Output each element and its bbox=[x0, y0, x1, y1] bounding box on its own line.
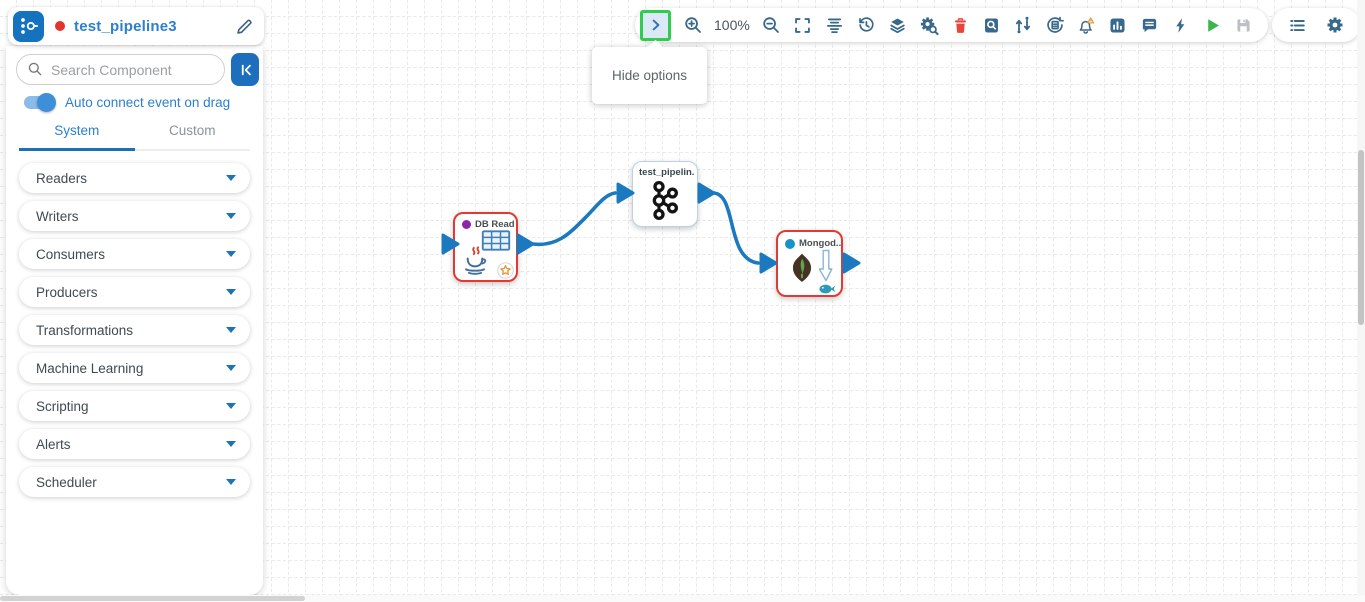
reroute-arrows-icon bbox=[1016, 16, 1031, 34]
restore-document-icon bbox=[1047, 16, 1064, 33]
save-button[interactable] bbox=[1234, 14, 1254, 36]
settings-button[interactable] bbox=[1325, 14, 1345, 36]
pipeline-settings-button[interactable] bbox=[919, 14, 939, 36]
history-button[interactable] bbox=[856, 14, 876, 36]
auto-connect-toggle[interactable] bbox=[24, 93, 56, 112]
tab-system[interactable]: System bbox=[19, 123, 135, 151]
node-status-dot bbox=[462, 220, 471, 229]
category-alerts[interactable]: Alerts bbox=[19, 429, 250, 459]
star-badge-icon bbox=[497, 262, 514, 279]
chevron-down-icon bbox=[226, 213, 236, 219]
align-center-button[interactable] bbox=[824, 14, 844, 36]
category-machine-learning[interactable]: Machine Learning bbox=[19, 353, 250, 383]
vertical-scrollbar[interactable] bbox=[1357, 0, 1365, 602]
alerts-button[interactable] bbox=[1076, 14, 1096, 36]
edit-pencil-icon[interactable] bbox=[235, 17, 254, 36]
list-view-button[interactable] bbox=[1287, 14, 1307, 36]
java-icon bbox=[465, 246, 487, 275]
reroute-connections-button[interactable] bbox=[1013, 14, 1033, 36]
pipeline-title: test_pipeline3 bbox=[74, 17, 177, 35]
category-producers[interactable]: Producers bbox=[19, 277, 250, 307]
horizontal-scrollbar[interactable] bbox=[0, 595, 1365, 602]
category-scripting[interactable]: Scripting bbox=[19, 391, 250, 421]
node-kafka[interactable]: test_pipelin... bbox=[632, 161, 698, 227]
layers-icon bbox=[890, 17, 905, 33]
download-arrow-icon bbox=[819, 249, 833, 282]
chevron-down-icon bbox=[226, 479, 236, 485]
alert-bell-icon bbox=[1079, 16, 1095, 34]
horizontal-scrollbar-thumb[interactable] bbox=[0, 596, 305, 601]
unsaved-status-dot bbox=[55, 21, 65, 31]
vertical-scrollbar-thumb[interactable] bbox=[1358, 150, 1364, 325]
play-icon bbox=[1208, 18, 1219, 32]
inspect-data-button[interactable] bbox=[982, 14, 1002, 36]
gear-icon bbox=[1327, 17, 1343, 33]
chevron-down-icon bbox=[226, 327, 236, 333]
fish-badge-icon bbox=[819, 284, 836, 294]
layers-button[interactable] bbox=[887, 14, 907, 36]
history-icon bbox=[858, 17, 874, 32]
bar-chart-icon bbox=[1110, 17, 1125, 33]
pipeline-header-card: test_pipeline3 bbox=[8, 7, 264, 45]
node-status-dot bbox=[785, 239, 795, 249]
zoom-in-button[interactable] bbox=[683, 14, 703, 36]
save-disk-icon bbox=[1237, 18, 1250, 32]
statistics-button[interactable] bbox=[1108, 14, 1128, 36]
category-readers[interactable]: Readers bbox=[19, 163, 250, 193]
node-mongodb[interactable]: Mongod... bbox=[776, 230, 843, 297]
category-transformations[interactable]: Transformations bbox=[19, 315, 250, 345]
canvas-toolbar: 100% bbox=[635, 8, 1268, 42]
node-db-reader[interactable]: DB Read... bbox=[453, 212, 518, 282]
list-icon bbox=[1289, 19, 1305, 31]
component-sidebar: Auto connect event on drag System Custom… bbox=[6, 46, 263, 595]
zoom-out-button[interactable] bbox=[761, 14, 781, 36]
zoom-in-icon bbox=[684, 17, 701, 33]
collapse-panel-button[interactable] bbox=[231, 53, 259, 86]
component-tabs: System Custom bbox=[19, 123, 250, 151]
tooltip-text: Hide options bbox=[611, 68, 688, 83]
run-pipeline-button[interactable] bbox=[1202, 14, 1222, 36]
pipeline-logo-icon bbox=[20, 18, 38, 34]
zoom-out-icon bbox=[763, 17, 780, 33]
mongodb-leaf-icon bbox=[792, 253, 812, 282]
search-input[interactable] bbox=[16, 54, 225, 85]
chevron-right-icon bbox=[652, 19, 659, 31]
hide-options-button[interactable] bbox=[640, 9, 671, 41]
zoom-level: 100% bbox=[714, 17, 750, 33]
chevron-down-icon bbox=[226, 403, 236, 409]
chevron-down-icon bbox=[226, 365, 236, 371]
view-options-card bbox=[1272, 8, 1360, 42]
search-icon bbox=[28, 62, 42, 76]
chevron-down-icon bbox=[226, 441, 236, 447]
comment-bubble-icon bbox=[1142, 18, 1156, 32]
category-scheduler[interactable]: Scheduler bbox=[19, 467, 250, 497]
tab-custom[interactable]: Custom bbox=[135, 123, 251, 149]
trash-icon bbox=[954, 17, 966, 33]
delete-button[interactable] bbox=[950, 14, 970, 36]
fit-screen-icon bbox=[795, 17, 811, 33]
chevron-down-icon bbox=[226, 289, 236, 295]
restore-version-button[interactable] bbox=[1045, 14, 1065, 36]
auto-connect-label: Auto connect event on drag bbox=[65, 95, 231, 110]
gear-search-icon bbox=[920, 16, 939, 35]
app-logo[interactable] bbox=[13, 10, 44, 42]
chevron-down-icon bbox=[226, 251, 236, 257]
align-center-icon bbox=[826, 18, 842, 33]
chevron-down-icon bbox=[226, 175, 236, 181]
fit-screen-button[interactable] bbox=[793, 14, 813, 36]
category-consumers[interactable]: Consumers bbox=[19, 239, 250, 269]
comments-button[interactable] bbox=[1139, 14, 1159, 36]
toggle-knob bbox=[37, 93, 56, 112]
trigger-button[interactable] bbox=[1171, 14, 1191, 36]
tooltip-hide-options: Hide options bbox=[592, 39, 707, 104]
collapse-left-icon bbox=[241, 64, 251, 75]
category-writers[interactable]: Writers bbox=[19, 201, 250, 231]
category-list: Readers Writers Consumers Producers Tran… bbox=[19, 163, 250, 497]
data-preview-icon bbox=[985, 17, 999, 33]
lightning-bolt-icon bbox=[1176, 17, 1185, 33]
node-label: test_pipelin... bbox=[639, 167, 695, 178]
kafka-icon bbox=[652, 180, 679, 221]
